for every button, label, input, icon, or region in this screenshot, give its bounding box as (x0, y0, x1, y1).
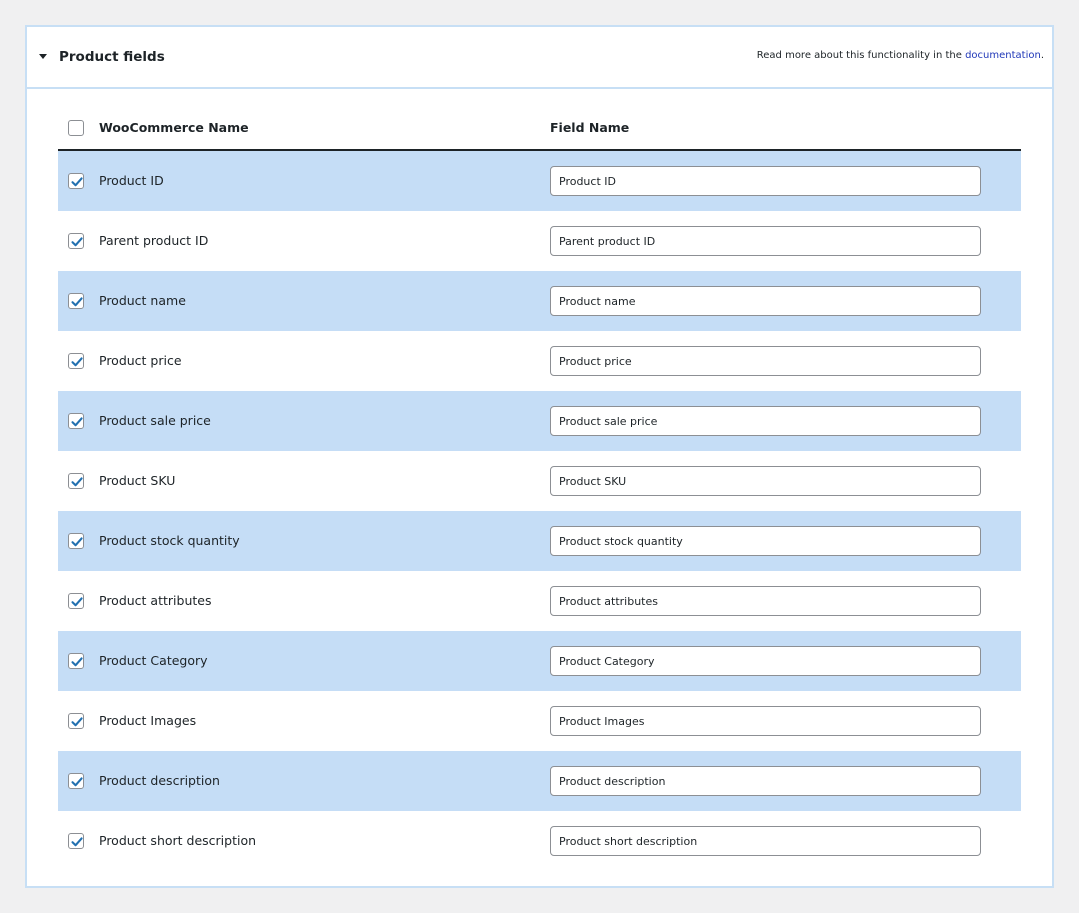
caret-down-icon[interactable] (39, 54, 47, 59)
woocommerce-field-label: Product stock quantity (99, 533, 240, 548)
field-checkbox[interactable] (68, 773, 84, 789)
table-row: Product ID (58, 151, 1021, 211)
woocommerce-field-label: Product ID (99, 173, 164, 188)
field-name-input[interactable] (550, 706, 981, 736)
field-name-input[interactable] (550, 286, 981, 316)
woocommerce-field-label: Product sale price (99, 413, 211, 428)
field-checkbox[interactable] (68, 593, 84, 609)
table-row: Product short description (58, 811, 1021, 871)
table-row: Product price (58, 331, 1021, 391)
field-checkbox[interactable] (68, 293, 84, 309)
woocommerce-name-header: WooCommerce Name (99, 120, 249, 135)
woocommerce-field-label: Product Category (99, 653, 208, 668)
field-name-input[interactable] (550, 346, 981, 376)
field-checkbox[interactable] (68, 173, 84, 189)
table-row: Product attributes (58, 571, 1021, 631)
product-fields-panel: Product fields Read more about this func… (25, 25, 1054, 888)
woocommerce-field-label: Product attributes (99, 593, 212, 608)
table-header: WooCommerce Name Field Name (58, 113, 1021, 151)
field-name-input[interactable] (550, 586, 981, 616)
field-checkbox[interactable] (68, 233, 84, 249)
field-checkbox[interactable] (68, 653, 84, 669)
field-name-input[interactable] (550, 526, 981, 556)
field-name-input[interactable] (550, 166, 981, 196)
woocommerce-field-label: Product short description (99, 833, 257, 848)
field-name-input[interactable] (550, 466, 981, 496)
field-checkbox[interactable] (68, 713, 84, 729)
panel-title: Product fields (59, 49, 165, 65)
woocommerce-field-label: Product name (99, 293, 186, 308)
woocommerce-field-label: Product SKU (99, 473, 176, 488)
table-row: Product Category (58, 631, 1021, 691)
documentation-link[interactable]: documentation (965, 50, 1041, 61)
field-checkbox[interactable] (68, 473, 84, 489)
woocommerce-field-label: Parent product ID (99, 233, 209, 248)
field-checkbox[interactable] (68, 413, 84, 429)
woocommerce-field-label: Product price (99, 353, 182, 368)
woocommerce-field-label: Product Images (99, 713, 197, 728)
table-row: Product SKU (58, 451, 1021, 511)
field-name-header: Field Name (550, 120, 630, 135)
table-row: Product description (58, 751, 1021, 811)
field-name-input[interactable] (550, 826, 981, 856)
field-name-input[interactable] (550, 766, 981, 796)
panel-header[interactable]: Product fields Read more about this func… (27, 27, 1052, 89)
table-body: Product ID Parent product ID Product name P… (58, 151, 1021, 871)
field-name-input[interactable] (550, 646, 981, 676)
documentation-note: Read more about this functionality in th… (757, 49, 1044, 63)
field-checkbox[interactable] (68, 353, 84, 369)
select-all-checkbox[interactable] (68, 120, 84, 136)
field-name-input[interactable] (550, 406, 981, 436)
table-row: Product stock quantity (58, 511, 1021, 571)
table-row: Product name (58, 271, 1021, 331)
field-checkbox[interactable] (68, 533, 84, 549)
woocommerce-field-label: Product description (99, 773, 220, 788)
table-row: Parent product ID (58, 211, 1021, 271)
documentation-note-text: Read more about this functionality in th… (756, 50, 962, 61)
field-name-input[interactable] (550, 226, 981, 256)
documentation-note-suffix: . (1040, 50, 1044, 61)
table-row: Product sale price (58, 391, 1021, 451)
field-checkbox[interactable] (68, 833, 84, 849)
table-row: Product Images (58, 691, 1021, 751)
fields-table: WooCommerce Name Field Name Product ID Pa… (58, 113, 1021, 871)
